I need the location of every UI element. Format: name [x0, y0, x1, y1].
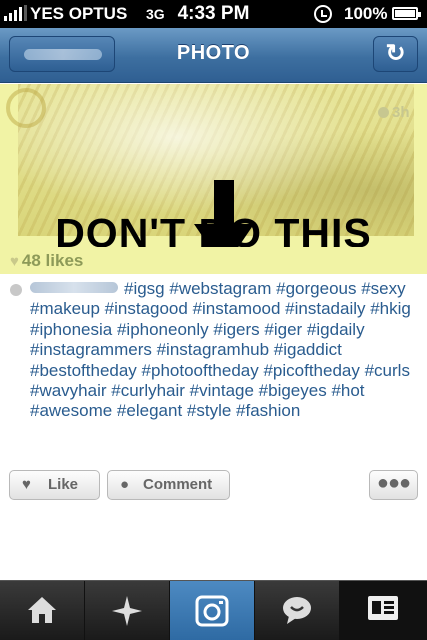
action-row: ♥ Like ● Comment ●●● — [0, 470, 427, 500]
speech-bubble-icon: ● — [120, 476, 130, 493]
blurred-username[interactable] — [30, 282, 118, 293]
avatar[interactable] — [10, 284, 22, 296]
post-time: 3h — [378, 104, 410, 121]
likes-label: 48 likes — [21, 251, 84, 270]
battery-percent: 100% — [344, 4, 388, 23]
refresh-icon: ↻ — [385, 40, 406, 67]
caption: #igsg #webstagram #gorgeous #sexy #makeu… — [30, 279, 415, 422]
page-title: PHOTO — [176, 42, 251, 64]
profile-card-icon — [368, 596, 398, 620]
tab-explore[interactable] — [85, 581, 170, 640]
comment-button[interactable]: ● Comment — [107, 470, 230, 500]
status-bar: YES OPTUS 3G 4:33 PM 100% — [0, 0, 427, 28]
star-icon — [112, 596, 142, 626]
more-dots-icon: ●●● — [376, 472, 411, 494]
speech-bubble-icon — [283, 597, 311, 624]
camera-icon — [195, 595, 229, 627]
comment-label: Comment — [143, 476, 213, 493]
like-button[interactable]: ♥ Like — [9, 470, 100, 500]
rotation-lock-icon — [314, 5, 332, 23]
tab-activity[interactable] — [255, 581, 340, 640]
caption-hashtags[interactable]: #igsg #webstagram #gorgeous #sexy #makeu… — [30, 279, 411, 420]
tab-profile[interactable] — [340, 581, 427, 640]
tab-home[interactable] — [0, 581, 85, 640]
likes-count[interactable]: ♥ 48 likes — [10, 251, 83, 271]
navigation-bar: PHOTO ↻ — [0, 28, 427, 83]
heart-icon: ♥ — [22, 476, 31, 493]
photo-area[interactable]: 3h DON'T DO THIS — [0, 84, 427, 272]
home-icon — [28, 597, 56, 623]
tab-camera[interactable] — [170, 581, 255, 640]
tab-bar — [0, 580, 427, 640]
photo-hair-curl — [6, 88, 46, 128]
refresh-button[interactable]: ↻ — [373, 36, 418, 72]
more-options-button[interactable]: ●●● — [369, 470, 418, 500]
heart-icon: ♥ — [10, 253, 19, 270]
like-label: Like — [48, 476, 79, 493]
battery-icon — [392, 7, 421, 20]
